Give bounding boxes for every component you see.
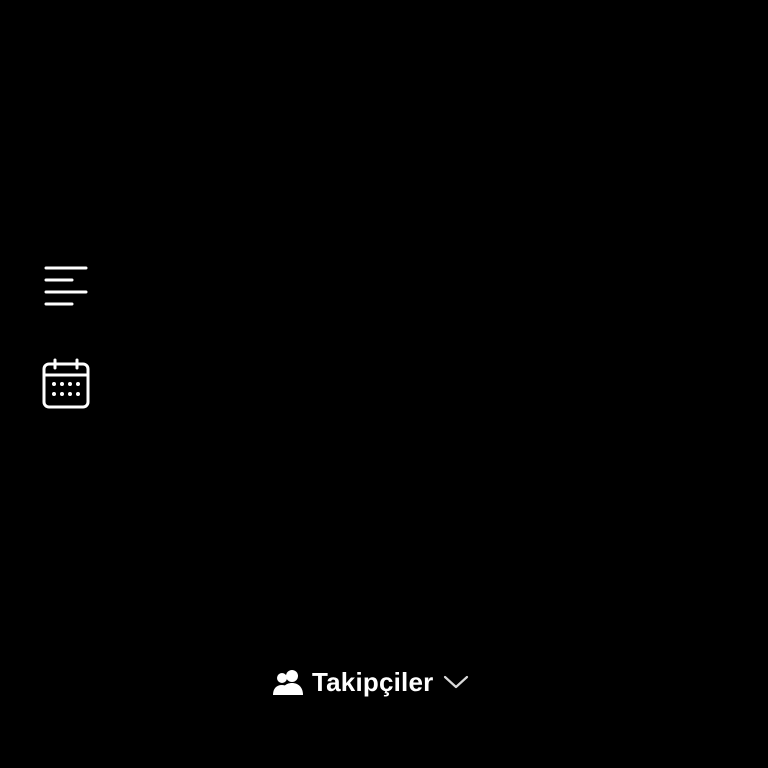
date-button[interactable] [36,354,96,414]
align-left-icon [44,266,88,306]
text-align-button[interactable] [36,258,96,314]
calendar-icon [42,358,90,409]
audience-selector[interactable]: Takipçiler [272,660,469,704]
people-icon [272,669,304,695]
story-editor-screen: Takipçiler [0,0,768,768]
audience-label: Takipçiler [312,666,434,697]
chevron-down-icon [443,674,469,690]
